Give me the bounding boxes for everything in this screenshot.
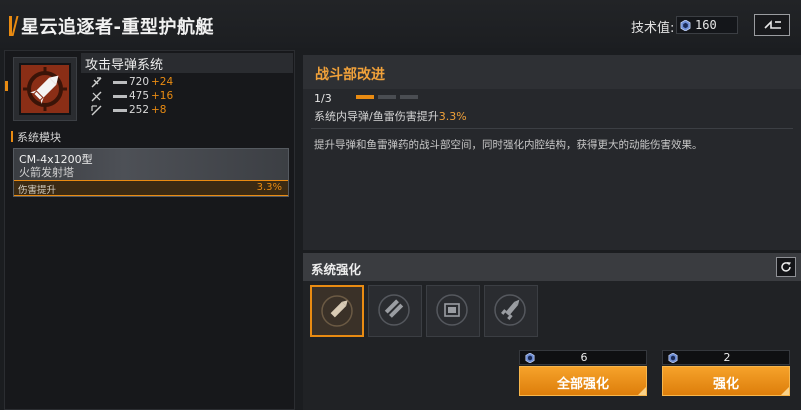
upgrade-level: 1/3 — [314, 92, 332, 105]
module-panel: 攻击导弹系统 720 +24 475 +16 252 +8 系统模块 CM-4x… — [4, 50, 295, 410]
upgrade-title: 战斗部改进 — [315, 67, 385, 83]
enhance-title: 系统强化 — [311, 262, 362, 277]
stat-row-range: 475 +16 — [91, 90, 211, 103]
button-corner — [781, 387, 789, 395]
enhance-all-label: 全部强化 — [556, 377, 609, 392]
enhance-cost-value: 2 — [723, 351, 731, 364]
module-card-footer-value: 3.3% — [256, 182, 282, 193]
enhance-panel: 系统强化 6 全部强化 2 强化 — [303, 253, 801, 410]
upgrade-effect-text: 系统内导弹/鱼雷伤害提升 — [314, 110, 439, 123]
module-accent — [5, 81, 8, 91]
divider — [311, 128, 793, 129]
upgrade-effect: 系统内导弹/鱼雷伤害提升3.3% — [314, 108, 467, 124]
enhance-button[interactable]: 强化 — [662, 366, 790, 396]
missile-slot-icon — [321, 295, 353, 327]
enhance-cost: 2 — [662, 350, 790, 365]
section-accent — [11, 131, 13, 142]
reload-icon — [91, 105, 102, 116]
page-title: 星云追逐者-重型护航艇 — [21, 17, 214, 38]
level-segment — [356, 95, 374, 99]
enhance-label: 强化 — [712, 377, 739, 392]
refresh-button[interactable] — [776, 257, 796, 277]
module-card-footer-label: 伤害提升 — [18, 185, 57, 196]
missile-icon — [23, 67, 67, 111]
module-icon-frame — [13, 57, 77, 121]
stat-bar — [113, 95, 127, 98]
upgrade-title-bar: 战斗部改进 — [303, 55, 801, 89]
range-icon — [91, 91, 102, 102]
module-icon-bg — [19, 63, 71, 115]
stat-bar — [113, 109, 127, 112]
enhance-slot-chip[interactable] — [426, 285, 480, 337]
stat-delta: +8 — [151, 104, 167, 116]
upgrade-detail-panel: 战斗部改进 1/3 系统内导弹/鱼雷伤害提升3.3% 提升导弹和鱼雷弹药的战斗部… — [303, 55, 801, 250]
chip-slot-icon — [436, 294, 468, 326]
button-corner — [638, 387, 646, 395]
tech-value-label: 技术值: — [631, 21, 675, 36]
back-button[interactable] — [754, 14, 790, 36]
enhance-slot-missile[interactable] — [310, 285, 364, 337]
stat-value: 475 — [129, 90, 150, 102]
refresh-icon — [781, 262, 791, 272]
tech-value-display: 160 — [676, 16, 738, 34]
enhance-all-cost: 6 — [519, 350, 647, 365]
module-card-subtitle: 火箭发射塔 — [19, 166, 74, 179]
launcher-slot-icon — [378, 294, 410, 326]
upgrade-description: 提升导弹和鱼雷弹药的战斗部空间，同时强化内腔结构，获得更大的动能伤害效果。 — [314, 139, 703, 151]
stat-value: 720 — [129, 76, 150, 88]
system-modules-label: 系统模块 — [17, 131, 61, 144]
level-segment — [378, 95, 396, 99]
system-module-card[interactable]: CM-4x1200型 火箭发射塔 伤害提升 3.3% — [13, 148, 289, 197]
module-name: 攻击导弹系统 — [85, 58, 164, 73]
stat-delta: +16 — [151, 90, 174, 102]
tech-value: 160 — [695, 18, 717, 32]
tech-crystal-icon — [680, 20, 691, 31]
enhance-all-button[interactable]: 全部强化 — [519, 366, 647, 396]
stat-value: 252 — [129, 104, 150, 116]
enhance-header: 系统强化 — [303, 253, 801, 281]
stat-bar — [113, 81, 127, 84]
damage-icon — [91, 77, 102, 88]
enhance-slot-launcher[interactable] — [368, 285, 422, 337]
return-arrow-icon — [764, 20, 781, 29]
top-bar: 星云追逐者-重型护航艇 技术值: 160 — [0, 0, 801, 48]
enhance-slot-rocket[interactable] — [484, 285, 538, 337]
module-card-footer: 伤害提升 3.3% — [14, 180, 288, 196]
stat-row-damage: 720 +24 — [91, 76, 211, 89]
rocket-slot-icon — [494, 294, 526, 326]
stat-delta: +24 — [151, 76, 174, 88]
stat-row-reload: 252 +8 — [91, 104, 211, 117]
module-name-bar: 攻击导弹系统 — [81, 53, 293, 73]
upgrade-effect-value: 3.3% — [438, 110, 467, 123]
level-segment — [400, 95, 418, 99]
enhance-all-cost-value: 6 — [580, 351, 588, 364]
title-accent-slash — [11, 16, 19, 36]
